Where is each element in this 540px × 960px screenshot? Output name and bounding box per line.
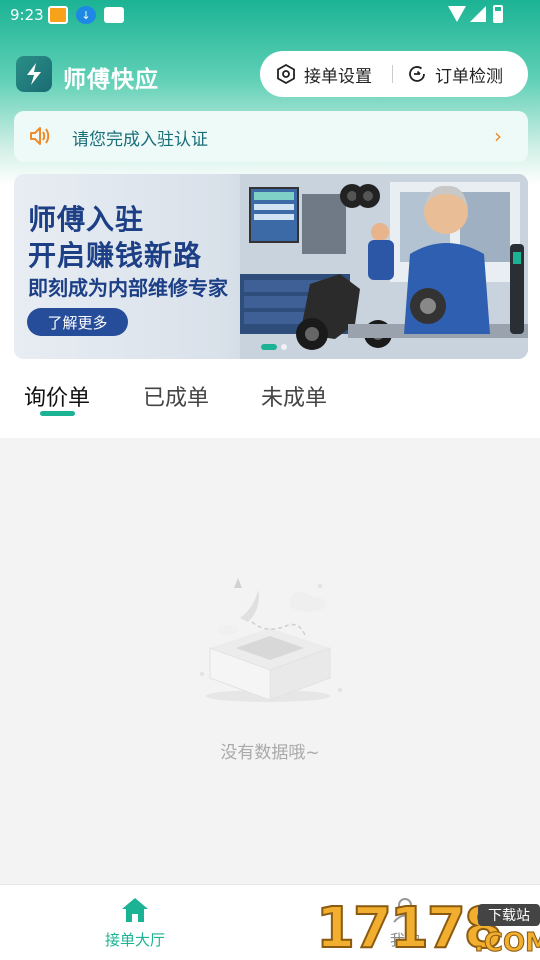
active-tab-indicator: [40, 411, 75, 416]
empty-message: 没有数据哦~: [220, 743, 320, 763]
banner-subtitle: 即刻成为内部维修专家: [28, 276, 228, 300]
tab-not-completed[interactable]: 未成单: [261, 380, 327, 412]
mechanic-workshop-image: [240, 174, 528, 359]
status-time: 9:23: [10, 6, 44, 24]
nav-order-hall-label: 接单大厅: [104, 931, 165, 949]
site-watermark: 17178 下载站 .COM: [315, 897, 540, 960]
learn-more-button[interactable]: 了解更多: [27, 308, 128, 336]
banner-title-line2: 开启赚钱新路: [28, 239, 203, 272]
watermark-domain: .COM: [474, 928, 540, 959]
order-settings-button[interactable]: 接单设置: [260, 51, 392, 97]
order-settings-label: 接单设置: [304, 66, 372, 87]
home-icon: [122, 898, 148, 922]
tab-completed[interactable]: 已成单: [143, 380, 209, 412]
banner-pagination: [261, 344, 287, 350]
banner-title-line1: 师傅入驻: [28, 203, 145, 236]
speaker-icon: [30, 127, 50, 145]
tab-inquiry[interactable]: 询价单: [24, 380, 90, 412]
watermark-badge: 下载站: [478, 904, 540, 926]
order-tabs: 询价单 已成单 未成单: [0, 370, 540, 438]
wifi-icon: [448, 6, 466, 22]
certification-notice[interactable]: 请您完成入驻认证 ›: [14, 111, 528, 162]
status-bar: 9:23 ↓: [0, 0, 540, 30]
header-actions: 接单设置 订单检测: [260, 51, 528, 97]
lightning-logo-icon: [16, 56, 52, 92]
notification-app-icon: [48, 6, 68, 24]
empty-box-icon: [200, 578, 342, 702]
notice-text: 请您完成入驻认证: [72, 130, 208, 150]
nav-order-hall[interactable]: 接单大厅: [0, 885, 270, 960]
chevron-right-icon: ›: [494, 124, 502, 148]
order-check-label: 订单检测: [435, 66, 503, 87]
promo-banner[interactable]: 师傅入驻 开启赚钱新路 即刻成为内部维修专家 了解更多: [14, 174, 528, 359]
order-check-button[interactable]: 订单检测: [393, 51, 503, 97]
order-list-empty: 没有数据哦~: [0, 438, 540, 884]
banner-dot-active[interactable]: [261, 344, 277, 350]
signal-icon: [470, 6, 486, 22]
settings-hexagon-icon: [277, 64, 295, 84]
app-title: 师傅快应: [63, 67, 159, 93]
battery-icon: [493, 5, 503, 23]
notification-thumb-icon: [104, 7, 124, 23]
banner-dot[interactable]: [281, 344, 287, 350]
order-check-icon: [409, 66, 425, 82]
download-icon: ↓: [76, 6, 96, 24]
